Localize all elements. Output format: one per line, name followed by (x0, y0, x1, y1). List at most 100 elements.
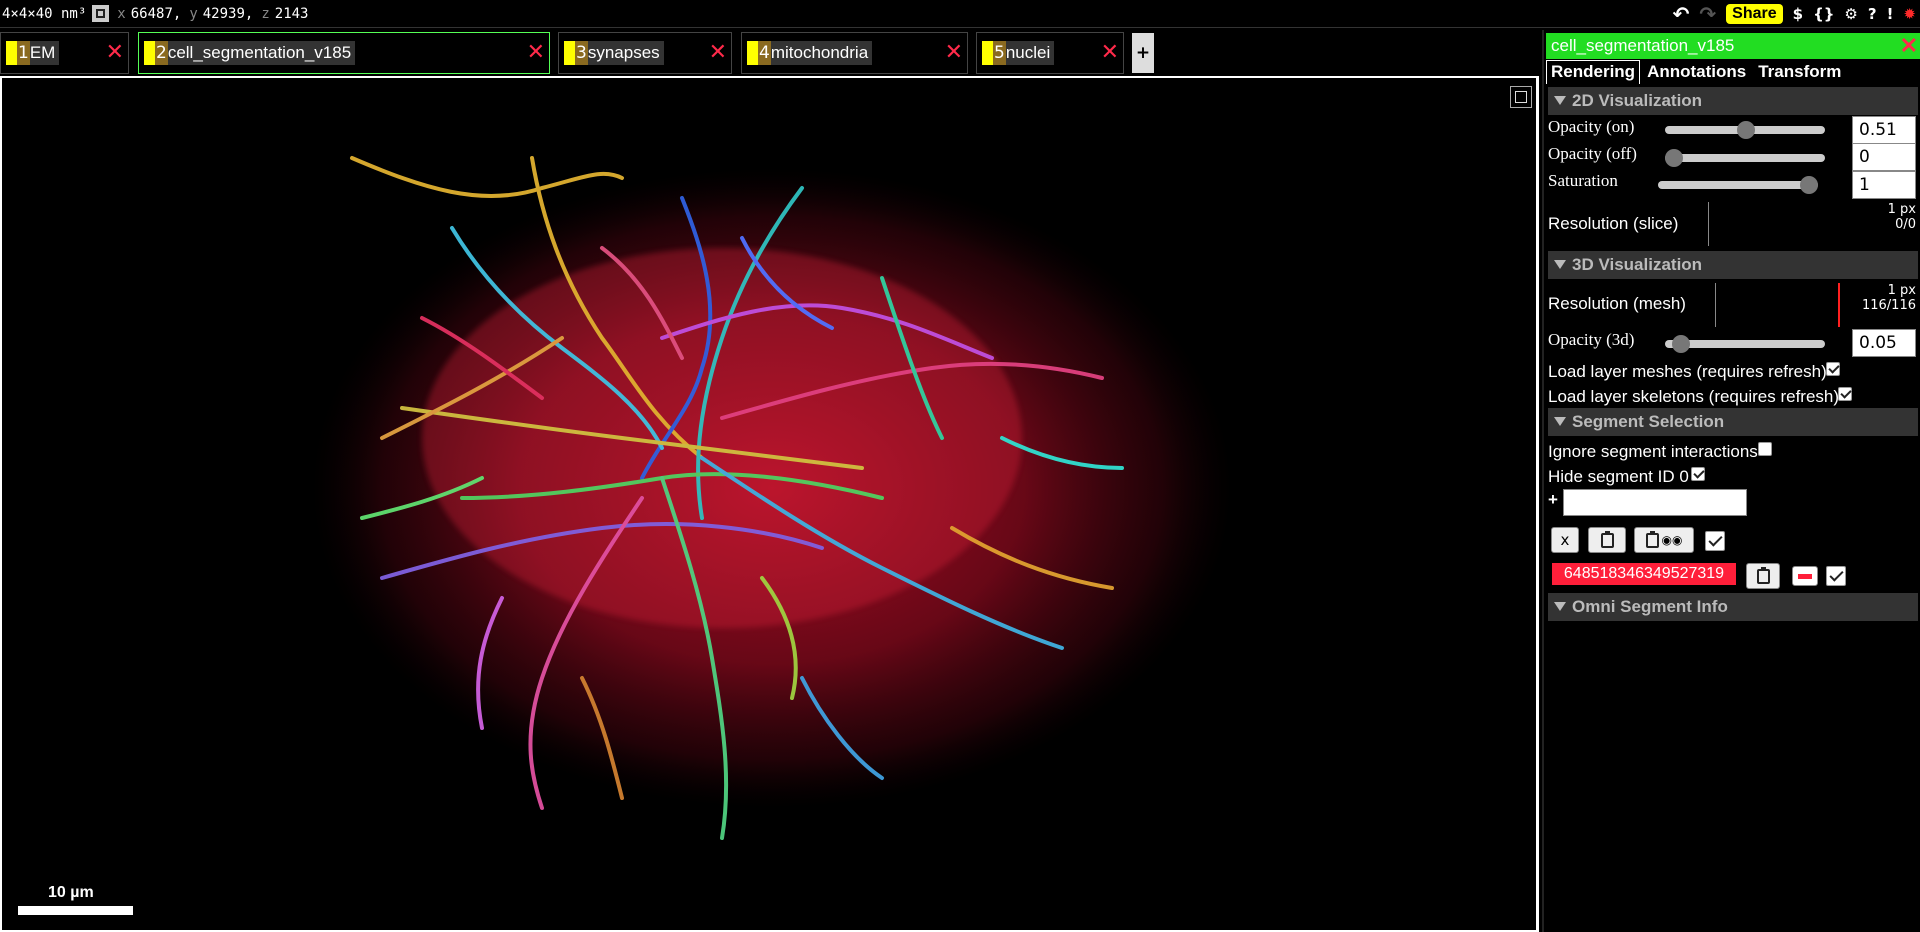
layer-number: 2 (155, 41, 168, 65)
coord-z[interactable]: z 2143 (261, 6, 308, 22)
neuron-mesh-render (312, 156, 1232, 840)
bug-icon[interactable]: ✹ (1903, 5, 1916, 23)
saturation-input[interactable]: 1 (1852, 171, 1916, 199)
ignore-interactions-label: Ignore segment interactions (1548, 442, 1758, 461)
chevron-down-icon (1554, 260, 1566, 269)
panel-title[interactable]: cell_segmentation_v185 ✕ (1546, 33, 1920, 59)
opacity-3d-input[interactable]: 0.05 (1852, 329, 1916, 357)
add-segment-input[interactable] (1563, 489, 1747, 516)
slider-thumb[interactable] (1800, 176, 1818, 194)
alert-icon[interactable]: ! (1887, 5, 1894, 23)
copy-segment-id-button[interactable] (1746, 563, 1780, 589)
layer-name[interactable]: mitochondria (770, 41, 873, 65)
resolution-mesh-widget[interactable] (1715, 283, 1716, 327)
gear-icon[interactable]: ⚙ (1844, 5, 1857, 23)
coord-z-value[interactable]: 2143 (275, 6, 309, 22)
layer-name[interactable]: nuclei (1005, 41, 1055, 65)
coord-y[interactable]: y 42939, (189, 6, 253, 22)
coord-x-value[interactable]: 66487, (131, 6, 182, 22)
layer-name[interactable]: EM (29, 41, 60, 65)
close-icon[interactable]: ✕ (945, 40, 963, 66)
coord-x[interactable]: x 66487, (117, 6, 181, 22)
help-icon[interactable]: ? (1868, 5, 1877, 23)
ignore-interactions-checkbox[interactable] (1758, 442, 1772, 456)
slider-thumb[interactable] (1737, 121, 1755, 139)
toggle-all-segments-checkbox[interactable] (1705, 531, 1725, 551)
clipboard-icon (1645, 530, 1659, 548)
layer-visibility-chip[interactable] (982, 41, 993, 65)
layer-name[interactable]: cell_segmentation_v185 (167, 41, 356, 65)
copy-segments-button[interactable] (1588, 527, 1626, 553)
close-icon[interactable]: ✕ (527, 40, 545, 66)
redo-icon[interactable]: ↷ (1699, 2, 1716, 26)
layer-visibility-chip[interactable] (564, 41, 575, 65)
resolution-slice-info: 1 px 0/0 (1888, 202, 1916, 232)
tab-annotations[interactable]: Annotations (1642, 60, 1751, 84)
tab-rendering[interactable]: Rendering (1546, 60, 1641, 84)
coord-x-axis: x (117, 5, 126, 22)
opacity-on-label: Opacity (on) (1548, 117, 1635, 136)
layer-tab-nuclei[interactable]: 5 nuclei ✕ (976, 32, 1124, 74)
layer-tab-mitochondria[interactable]: 4 mitochondria ✕ (741, 32, 968, 74)
layer-visibility-chip[interactable] (144, 41, 155, 65)
maximize-panel-icon[interactable] (1510, 86, 1532, 108)
section-2d-visualization[interactable]: 2D Visualization (1548, 87, 1918, 115)
section-omni-segment-info[interactable]: Omni Segment Info (1548, 593, 1918, 621)
resolution-mesh-marker (1838, 283, 1840, 327)
opacity-on-input[interactable]: 0.51 (1852, 116, 1916, 144)
top-bar: 4×4×40 nm³ x 66487, y 42939, z 2143 ↶ ↷ Sha… (0, 0, 1920, 28)
coord-y-value[interactable]: 42939, (203, 6, 254, 22)
clear-segments-button[interactable]: x (1551, 527, 1579, 553)
opacity-off-slider[interactable] (1665, 149, 1825, 167)
opacity-3d-slider[interactable] (1665, 335, 1825, 353)
layer-number: 5 (993, 41, 1006, 65)
opacity-3d-label: Opacity (3d) (1548, 330, 1635, 349)
resolution-slice-widget[interactable] (1708, 202, 1709, 246)
section-title: Omni Segment Info (1572, 597, 1728, 616)
resolution-slice-label: Resolution (slice) (1548, 214, 1679, 233)
top-toolbar: ↶ ↷ Share $ {} ⚙ ? ! ✹ (1673, 2, 1916, 26)
json-icon[interactable]: {} (1813, 5, 1834, 23)
chevron-down-icon (1554, 602, 1566, 611)
opacity-off-input[interactable]: 0 (1852, 143, 1916, 171)
layer-tab-em[interactable]: 1 EM ✕ (0, 32, 129, 74)
hide-seg0-checkbox[interactable] (1691, 467, 1705, 481)
slider-thumb[interactable] (1665, 149, 1683, 167)
layer-name[interactable]: synapses (587, 41, 664, 65)
panel-title-text[interactable]: cell_segmentation_v185 (1551, 36, 1734, 55)
close-icon[interactable]: ✕ (709, 40, 727, 66)
load-skeletons-label: Load layer skeletons (requires refresh) (1548, 387, 1840, 406)
copy-visible-segments-button[interactable]: ◉◉ (1634, 527, 1694, 553)
layer-visibility-chip[interactable] (747, 41, 758, 65)
layer-tab-cell-segmentation[interactable]: 2 cell_segmentation_v185 ✕ (138, 32, 550, 74)
add-layer-button[interactable]: + (1132, 33, 1154, 73)
tab-transform[interactable]: Transform (1753, 60, 1846, 84)
load-skeletons-checkbox[interactable] (1838, 387, 1852, 401)
coord-z-axis: z (261, 5, 270, 22)
saturation-slider[interactable] (1658, 176, 1818, 194)
undo-icon[interactable]: ↶ (1673, 2, 1690, 26)
dollar-icon[interactable]: $ (1793, 5, 1803, 23)
scale-bar (18, 906, 133, 915)
eyes-icon: ◉◉ (1661, 533, 1683, 547)
close-icon[interactable]: ✕ (106, 40, 124, 66)
segment-visible-checkbox[interactable] (1826, 566, 1846, 586)
close-icon[interactable]: ✕ (1900, 33, 1918, 59)
layer-tab-synapses[interactable]: 3 synapses ✕ (558, 32, 732, 74)
share-button[interactable]: Share (1726, 4, 1783, 24)
slider-thumb[interactable] (1672, 335, 1690, 353)
section-3d-visualization[interactable]: 3D Visualization (1548, 251, 1918, 279)
resolution-mesh-count: 116/116 (1861, 298, 1916, 313)
segment-id-chip[interactable]: 648518346349527319 (1552, 563, 1736, 585)
section-segment-selection[interactable]: Segment Selection (1548, 408, 1918, 436)
layer-visibility-chip[interactable] (6, 41, 17, 65)
section-title: 2D Visualization (1572, 91, 1703, 110)
close-icon[interactable]: ✕ (1101, 40, 1119, 66)
opacity-on-slider[interactable] (1665, 121, 1825, 139)
load-meshes-checkbox[interactable] (1826, 362, 1840, 376)
resolution-slice-count: 0/0 (1895, 217, 1916, 232)
3d-viewer-panel[interactable]: 10 µm (0, 76, 1539, 932)
copy-coordinates-icon[interactable] (92, 5, 110, 22)
remove-segment-button[interactable] (1792, 566, 1818, 586)
minus-icon (1798, 574, 1812, 579)
